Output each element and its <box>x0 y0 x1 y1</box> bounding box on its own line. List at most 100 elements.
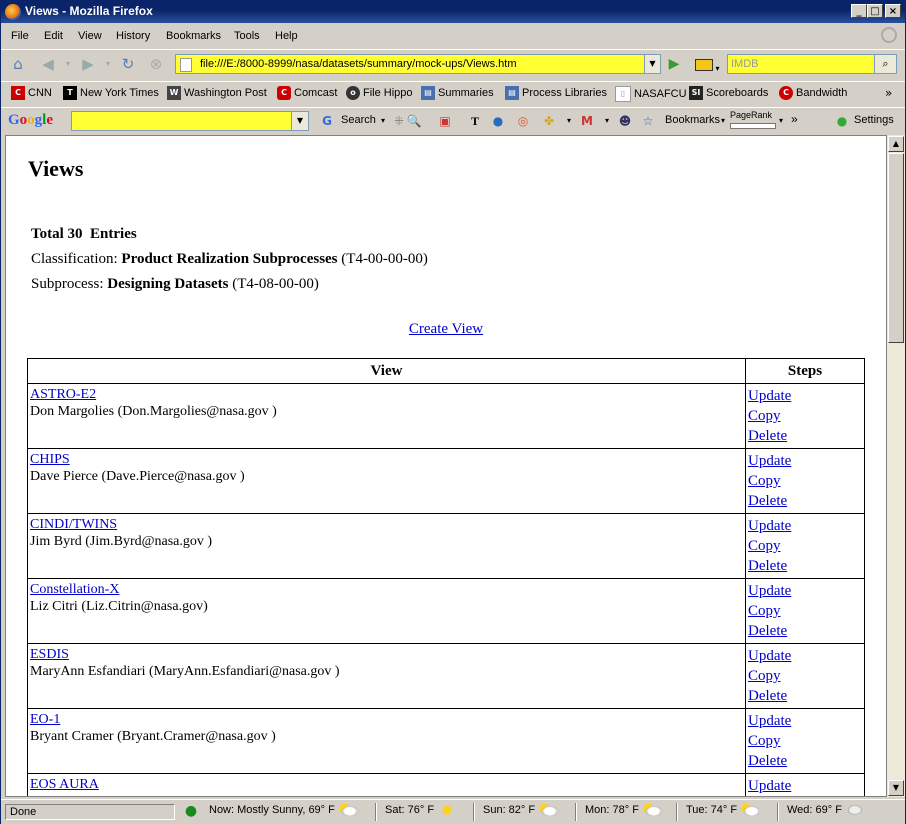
view-name-link[interactable]: ESDIS <box>30 647 69 662</box>
google-history-dropdown-icon[interactable]: ▼ <box>291 112 308 130</box>
view-name-link[interactable]: CINDI/TWINS <box>30 517 117 532</box>
update-link[interactable]: Update <box>748 388 791 404</box>
go-icon[interactable]: ▶ <box>665 55 683 73</box>
steps-cell: Update Copy Delete <box>745 383 865 449</box>
scrollbar-thumb[interactable] <box>888 153 904 343</box>
delete-link[interactable]: Delete <box>748 688 787 704</box>
forward-history-icon[interactable]: ▾ <box>99 55 117 73</box>
menu-tools[interactable]: Tools <box>234 30 260 42</box>
bookmark-nasafcu[interactable]: ▯ NASAFCU <box>615 86 687 102</box>
search-engine-icon[interactable]: ▾ <box>695 56 725 73</box>
people-icon[interactable]: ☻ <box>617 113 633 129</box>
menu-view[interactable]: View <box>78 30 102 42</box>
vertical-scrollbar[interactable]: ▲ ▼ <box>887 135 905 797</box>
copy-link[interactable]: Copy <box>748 603 781 619</box>
gmail-dropdown-icon[interactable]: ▾ <box>599 113 615 129</box>
update-link[interactable]: Update <box>748 583 791 599</box>
update-link[interactable]: Update <box>748 713 791 729</box>
spiral-icon[interactable]: ◎ <box>515 113 531 129</box>
weather-tue[interactable]: Tue: 74° F <box>686 804 760 817</box>
puzzle-icon[interactable]: ✤ <box>541 113 557 129</box>
update-link[interactable]: Update <box>748 453 791 469</box>
address-dropdown-icon[interactable]: ▼ <box>645 54 661 74</box>
weather-globe-icon[interactable]: ● <box>183 803 199 819</box>
pagerank-chevron-icon[interactable]: ▾ <box>779 116 783 125</box>
menu-edit[interactable]: Edit <box>44 30 63 42</box>
globe-icon[interactable]: ● <box>490 113 506 129</box>
back-icon[interactable]: ◀ <box>39 55 57 73</box>
puzzle-dropdown-icon[interactable]: ▾ <box>561 113 577 129</box>
google-search-button[interactable]: Search <box>341 114 376 126</box>
news-icon[interactable]: ▣ <box>437 113 453 129</box>
bookmarks-chevron-icon[interactable]: ▾ <box>721 116 725 125</box>
stop-icon[interactable]: ⊗ <box>147 55 165 73</box>
delete-link[interactable]: Delete <box>748 493 787 509</box>
home-icon[interactable]: ⌂ <box>9 55 27 73</box>
copy-link[interactable]: Copy <box>748 408 781 424</box>
view-name-link[interactable]: Constellation-X <box>30 582 119 597</box>
search-input[interactable]: IMDB <box>727 54 875 74</box>
view-name-link[interactable]: ASTRO-E2 <box>30 387 96 402</box>
bookmark-file-hippo[interactable]: o File Hippo <box>346 86 413 102</box>
view-name-link[interactable]: EOS AURA <box>30 777 99 792</box>
minimize-button[interactable]: _ <box>851 4 867 18</box>
delete-link[interactable]: Delete <box>748 753 787 769</box>
copy-link[interactable]: Copy <box>748 668 781 684</box>
google-logo[interactable]: Google <box>8 112 53 129</box>
scroll-down-icon[interactable]: ▼ <box>888 780 904 796</box>
bookmark-washington-post[interactable]: W Washington Post <box>167 86 267 102</box>
menu-help[interactable]: Help <box>275 30 298 42</box>
delete-link[interactable]: Delete <box>748 428 787 444</box>
nyt-button-icon[interactable]: T <box>467 113 483 129</box>
delete-link[interactable]: Delete <box>748 623 787 639</box>
search-icon[interactable]: ⌕ <box>875 54 897 74</box>
gmail-icon[interactable]: M <box>579 113 595 129</box>
update-link[interactable]: Update <box>748 648 791 664</box>
bookmark-comcast[interactable]: C Comcast <box>277 86 337 102</box>
menu-file[interactable]: File <box>11 30 29 42</box>
maximize-button[interactable]: □ <box>867 4 883 18</box>
address-bar[interactable]: file:///E:/8000-8999/nasa/datasets/summa… <box>175 54 645 74</box>
weather-sun[interactable]: Sun: 82° F <box>483 804 558 817</box>
table-row: Constellation-X Liz Citri (Liz.Citrin@nas… <box>27 578 865 644</box>
weather-now[interactable]: Now: Mostly Sunny, 69° F <box>209 804 357 817</box>
update-link[interactable]: Update <box>748 518 791 534</box>
delete-link[interactable]: Delete <box>748 558 787 574</box>
bookmarks-overflow-icon[interactable]: » <box>885 86 892 102</box>
title-bar: Views - Mozilla Firefox _ □ × <box>1 1 905 23</box>
view-name-link[interactable]: CHIPS <box>30 452 70 467</box>
highlight-icon[interactable]: ⁜ <box>391 113 407 129</box>
close-button[interactable]: × <box>885 4 901 18</box>
forward-icon[interactable]: ▶ <box>79 55 97 73</box>
search-options-chevron-icon[interactable]: ▾ <box>381 116 385 125</box>
view-cell: EOS AURA <box>27 773 746 796</box>
create-view-link[interactable]: Create View <box>409 321 483 337</box>
menu-bookmarks[interactable]: Bookmarks <box>166 30 221 42</box>
google-search-input[interactable]: ▼ <box>71 111 309 131</box>
copy-link[interactable]: Copy <box>748 473 781 489</box>
star-icon[interactable]: ☆ <box>640 113 656 129</box>
copy-link[interactable]: Copy <box>748 733 781 749</box>
bookmark-scoreboards[interactable]: SI Scoreboards <box>689 86 768 102</box>
update-link[interactable]: Update <box>748 778 791 794</box>
bookmark-bandwidth[interactable]: C Bandwidth <box>779 86 847 102</box>
bookmark-nytimes[interactable]: T New York Times <box>63 86 159 102</box>
weather-wed[interactable]: Wed: 69° F <box>787 804 864 817</box>
bookmark-summaries[interactable]: ▤ Summaries <box>421 86 494 102</box>
view-contact: Liz Citri (Liz.Citrin@nasa.gov) <box>30 599 208 614</box>
view-name-link[interactable]: EO-1 <box>30 712 60 727</box>
scroll-up-icon[interactable]: ▲ <box>888 136 904 152</box>
google-overflow-icon[interactable]: » <box>791 112 798 126</box>
menu-history[interactable]: History <box>116 30 150 42</box>
magnifier-icon[interactable]: 🔍 <box>406 113 422 129</box>
reload-icon[interactable]: ↻ <box>119 55 137 73</box>
weather-mon[interactable]: Mon: 78° F <box>585 804 661 817</box>
back-history-icon[interactable]: ▾ <box>59 55 77 73</box>
weather-sat[interactable]: Sat: 76° F <box>385 804 457 817</box>
google-bookmarks-button[interactable]: Bookmarks <box>665 114 720 126</box>
bookmark-cnn[interactable]: C CNN <box>11 86 52 102</box>
google-settings-button[interactable]: Settings <box>854 114 894 126</box>
copy-link[interactable]: Copy <box>748 538 781 554</box>
cloudy-icon <box>845 804 864 817</box>
bookmark-process-libraries[interactable]: ▤ Process Libraries <box>505 86 607 102</box>
